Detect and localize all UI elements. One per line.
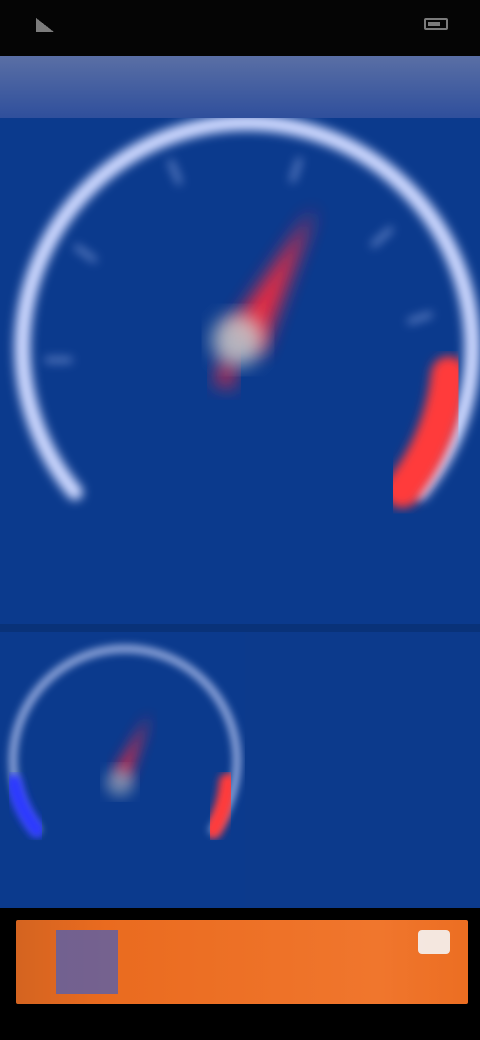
app-icon bbox=[56, 930, 118, 994]
main-gauge-graphic bbox=[14, 114, 480, 508]
main-gauge[interactable] bbox=[0, 114, 480, 628]
status-right bbox=[416, 18, 448, 30]
small-gauge-redline bbox=[204, 773, 237, 839]
battery-icon bbox=[424, 18, 448, 30]
close-icon[interactable] bbox=[418, 930, 450, 954]
small-gauge-ring bbox=[9, 644, 241, 834]
small-gauge-hub bbox=[106, 768, 134, 796]
title-bar bbox=[0, 56, 480, 118]
status-bar bbox=[0, 0, 480, 56]
orange-action-button[interactable] bbox=[16, 920, 468, 1004]
bottom-bar bbox=[0, 908, 480, 1040]
panel-divider bbox=[0, 624, 480, 632]
status-left bbox=[36, 18, 60, 32]
page-title bbox=[24, 74, 456, 100]
app-screen bbox=[0, 0, 480, 1040]
small-gauge[interactable] bbox=[0, 632, 245, 908]
info-panel[interactable] bbox=[245, 632, 480, 908]
small-gauge-graphic bbox=[6, 644, 241, 839]
signal-icon bbox=[36, 18, 54, 32]
small-gauge-low-zone bbox=[6, 774, 45, 838]
dashboard bbox=[0, 114, 480, 908]
home-indicator bbox=[0, 1016, 480, 1040]
main-gauge-hub bbox=[212, 314, 264, 366]
